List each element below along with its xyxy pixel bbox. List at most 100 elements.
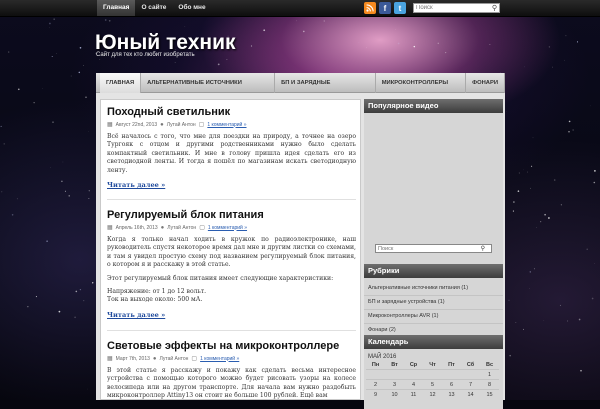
star xyxy=(80,47,82,49)
star xyxy=(533,137,534,138)
top-nav-about-site[interactable]: О сайте xyxy=(135,0,172,16)
post: Походный светильник ▦ Август 22nd, 2013 … xyxy=(107,106,356,189)
category-item[interactable]: Альтернативные источники питания (1) xyxy=(364,282,503,296)
calendar-day[interactable]: 8 xyxy=(480,380,499,390)
star xyxy=(54,19,55,20)
post-author: Лутай Антон xyxy=(167,122,196,128)
star xyxy=(46,240,48,242)
star xyxy=(509,355,511,357)
main-nav-avr[interactable]: МИКРОКОНТРОЛЛЕРЫ AVR xyxy=(376,73,466,93)
post-comments-link[interactable]: 1 комментарий » xyxy=(208,225,247,231)
star xyxy=(508,300,509,301)
calendar-day[interactable]: 7 xyxy=(461,380,480,390)
top-nav: Главная О сайте Обо мне xyxy=(97,0,212,16)
main-nav-home[interactable]: ГЛАВНАЯ xyxy=(100,73,141,93)
calendar-day[interactable]: 13 xyxy=(442,390,461,400)
post-title[interactable]: Регулируемый блок питания xyxy=(107,209,356,221)
calendar-weekday: Пн xyxy=(366,360,385,370)
top-nav-home[interactable]: Главная xyxy=(97,0,135,16)
post-comments-link[interactable]: 1 комментарий » xyxy=(207,122,246,128)
calendar-day[interactable]: 14 xyxy=(461,390,480,400)
star xyxy=(251,45,252,46)
top-search-input[interactable] xyxy=(414,4,488,12)
calendar-day[interactable]: 5 xyxy=(423,380,442,390)
main-nav-alt-power[interactable]: АЛЬТЕРНАТИВНЫЕ ИСТОЧНИКИ ПИТАНИЯ xyxy=(141,73,275,93)
calendar-day xyxy=(404,370,423,380)
category-item[interactable]: БП и зарядные устройства (1) xyxy=(364,296,503,310)
social-links: f t xyxy=(364,2,406,14)
rss-icon[interactable] xyxy=(364,2,376,14)
calendar-caption: МАЙ 2016 xyxy=(364,349,503,360)
star xyxy=(513,201,515,203)
calendar-day[interactable]: 11 xyxy=(404,390,423,400)
star xyxy=(263,29,265,31)
star xyxy=(109,20,111,22)
star xyxy=(88,131,89,132)
calendar-day[interactable]: 9 xyxy=(366,390,385,400)
star xyxy=(414,46,415,47)
author-icon: ● xyxy=(161,225,165,231)
star xyxy=(549,46,550,47)
calendar-day xyxy=(423,370,442,380)
search-icon[interactable]: ⚲ xyxy=(481,245,485,252)
calendar-weekday: Пт xyxy=(442,360,461,370)
facebook-icon[interactable]: f xyxy=(379,2,391,14)
sidebar: Популярное видео ⚲ Рубрики Альтернативны… xyxy=(364,99,503,409)
top-nav-about-me[interactable]: Обо мне xyxy=(172,0,211,16)
star xyxy=(89,198,90,199)
category-list: Альтернативные источники питания (1) БП … xyxy=(364,278,503,338)
star xyxy=(552,67,553,68)
main-nav-power-supplies[interactable]: БП И ЗАРЯДНЫЕ УСТРОЙСТВА xyxy=(275,73,376,93)
post-meta: ▦ Апрель 16th, 2013 ● Лутай Антон ▢ 1 ко… xyxy=(107,224,356,231)
twitter-icon[interactable]: t xyxy=(394,2,406,14)
star xyxy=(568,131,569,132)
top-bar: Главная О сайте Обо мне f t ⚲ xyxy=(0,0,600,17)
calendar-day[interactable]: 4 xyxy=(404,380,423,390)
star xyxy=(65,191,66,192)
star xyxy=(577,41,578,42)
sidebar-search-input[interactable] xyxy=(376,245,478,252)
post-excerpt: В этой статье я расскажу и покажу как сд… xyxy=(107,367,356,400)
star xyxy=(536,227,537,228)
post-title[interactable]: Походный светильник xyxy=(107,106,356,118)
post-comments-link[interactable]: 1 комментарий » xyxy=(200,356,239,362)
star xyxy=(12,214,14,216)
star xyxy=(560,305,561,306)
calendar-day[interactable]: 3 xyxy=(385,380,404,390)
comment-icon: ▢ xyxy=(199,121,205,128)
star xyxy=(17,198,18,199)
search-icon[interactable]: ⚲ xyxy=(492,4,497,12)
calendar-day[interactable]: 2 xyxy=(366,380,385,390)
calendar-day[interactable]: 12 xyxy=(423,390,442,400)
star xyxy=(49,23,51,25)
calendar-day[interactable]: 1 xyxy=(480,370,499,380)
calendar-day[interactable]: 6 xyxy=(442,380,461,390)
read-more-link[interactable]: Читать далее » xyxy=(107,311,356,319)
star xyxy=(61,181,62,182)
star xyxy=(569,121,571,123)
star xyxy=(69,195,70,196)
calendar-icon: ▦ xyxy=(107,121,113,128)
star xyxy=(218,64,220,66)
star xyxy=(80,289,81,290)
post-title[interactable]: Световые эффекты на микроконтроллере xyxy=(107,340,356,352)
calendar-weekday: Вт xyxy=(385,360,404,370)
post-date: Апрель 16th, 2013 xyxy=(116,225,158,231)
read-more-link[interactable]: Читать далее » xyxy=(107,181,356,189)
star xyxy=(85,97,86,98)
star xyxy=(92,282,93,283)
post: Световые эффекты на микроконтроллере ▦ М… xyxy=(107,340,356,400)
star xyxy=(83,65,84,66)
calendar-day[interactable]: 10 xyxy=(385,390,404,400)
star xyxy=(175,62,176,63)
star xyxy=(565,35,566,36)
category-item[interactable]: Микроконтроллеры AVR (1) xyxy=(364,310,503,324)
post-excerpt: Этот регулируемый блок питания имеет сле… xyxy=(107,275,356,283)
star xyxy=(564,60,565,61)
post-meta: ▦ Март 7th, 2013 ● Лутай Антон ▢ 1 комме… xyxy=(107,355,356,362)
calendar-weekday: Сб xyxy=(461,360,480,370)
main-nav-flashlights[interactable]: ФОНАРИ xyxy=(466,73,505,93)
calendar-day[interactable]: 15 xyxy=(480,390,499,400)
post-excerpt: Напряжение: от 1 до 12 вольт. Ток на вых… xyxy=(107,288,356,305)
star xyxy=(34,102,35,103)
